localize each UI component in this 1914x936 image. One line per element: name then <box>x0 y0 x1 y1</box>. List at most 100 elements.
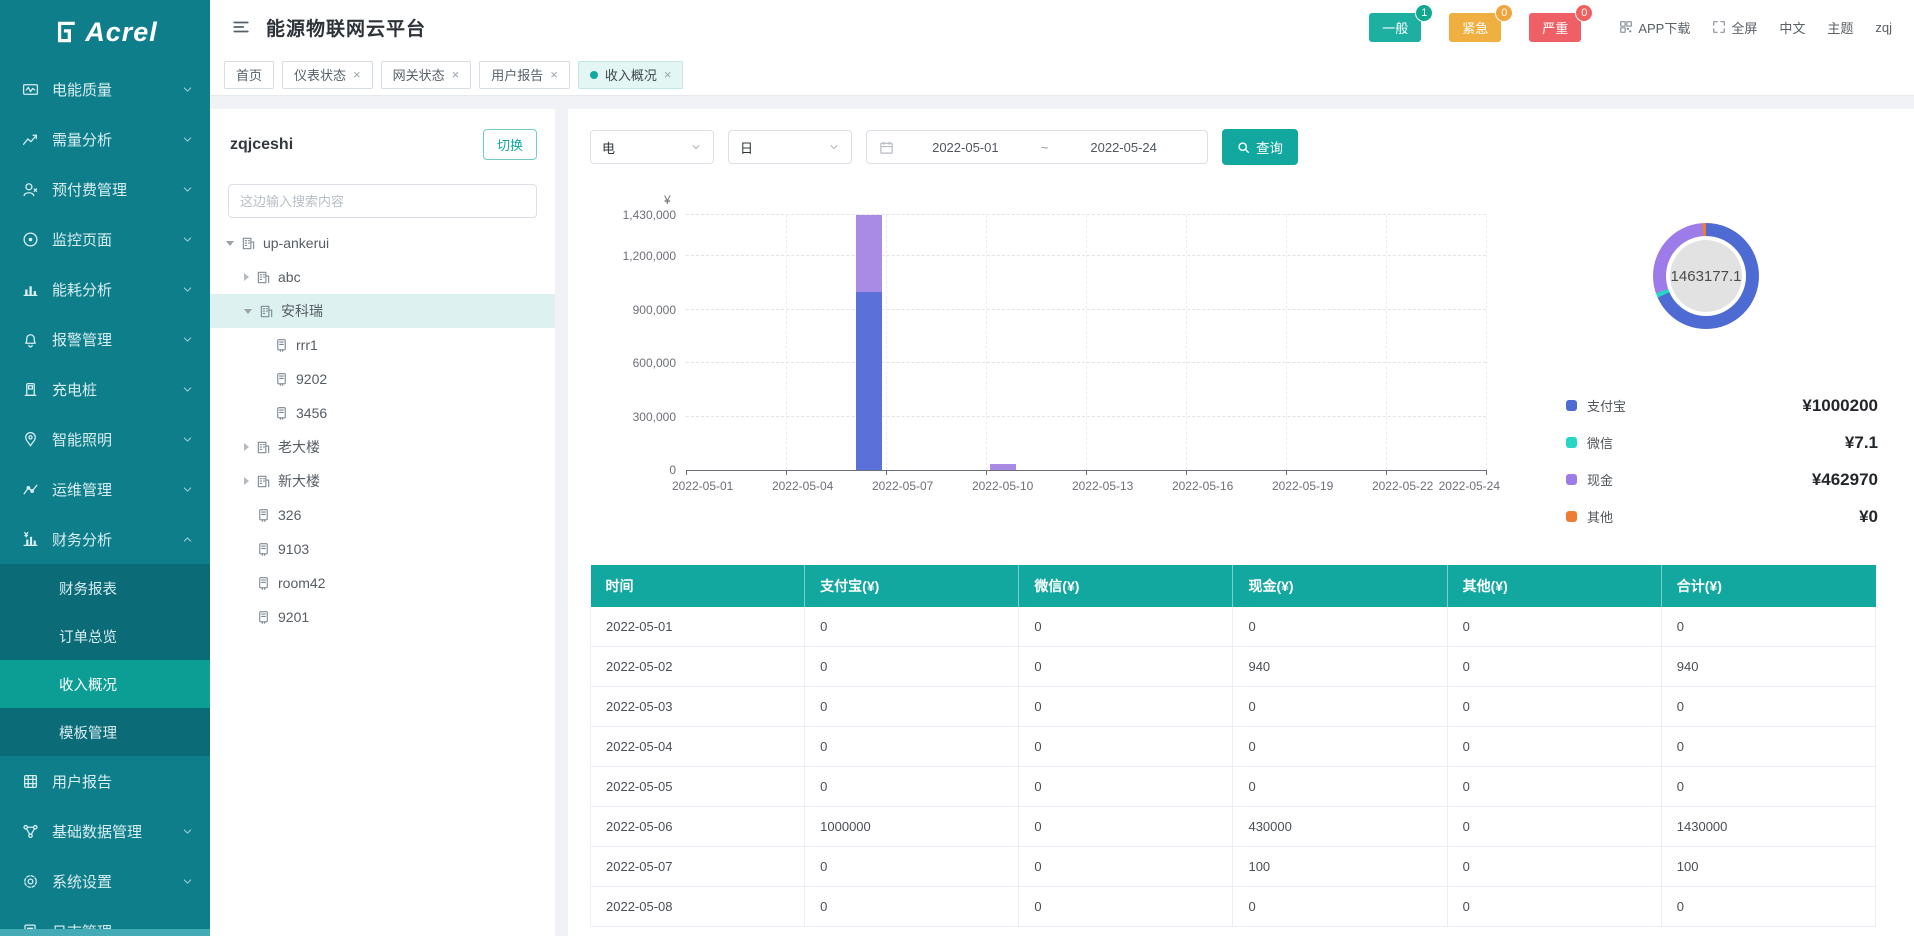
bar-现金-2022-05-06[interactable] <box>856 215 882 292</box>
top-link-全屏[interactable]: 全屏 <box>1712 18 1757 37</box>
table-row[interactable]: 2022-05-0400000 <box>591 727 1876 767</box>
tree-node-9103[interactable]: 9103 <box>210 532 555 566</box>
table-row[interactable]: 2022-05-07001000100 <box>591 847 1876 887</box>
income-donut-panel: 1463177.1 支付宝¥1000200微信¥7.1现金¥462970其他¥0 <box>1520 193 1892 535</box>
date-end-value[interactable]: 2022-05-24 <box>1052 140 1195 155</box>
legend-row-现金[interactable]: 现金¥462970 <box>1566 461 1878 498</box>
table-cell: 0 <box>805 607 1019 647</box>
tree-panel: zqjceshi 切换 up-ankeruiabc安科瑞rrr1 9202 3456… <box>210 109 555 936</box>
table-cell: 0 <box>1233 767 1447 807</box>
tab-收入概况[interactable]: 收入概况 × <box>578 61 684 89</box>
tab-close-icon[interactable]: × <box>353 68 361 81</box>
tab-close-icon[interactable]: × <box>550 68 558 81</box>
sidebar-item-需量分析[interactable]: 需量分析 <box>0 114 210 164</box>
top-link-zqj[interactable]: zqj <box>1875 20 1892 35</box>
caret-closed-icon[interactable] <box>244 477 249 485</box>
top-link-主题[interactable]: 主题 <box>1827 18 1853 37</box>
table-row[interactable]: 2022-05-0500000 <box>591 767 1876 807</box>
tree-node-label: 9202 <box>296 371 327 387</box>
sidebar-subitem-模板管理[interactable]: 模板管理 <box>0 708 210 756</box>
table-row[interactable]: 2022-05-061000000043000001430000 <box>591 807 1876 847</box>
tree-panel-title: zqjceshi <box>230 136 293 154</box>
charts-row: ¥ 0300,000600,000900,0001,200,0001,430,0… <box>590 193 1892 535</box>
tab-首页[interactable]: 首页 <box>224 61 274 89</box>
tab-用户报告[interactable]: 用户报告 × <box>479 61 570 89</box>
query-button[interactable]: 查询 <box>1222 129 1298 165</box>
table-cell: 0 <box>1233 887 1447 927</box>
sidebar-item-监控页面[interactable]: 监控页面 <box>0 214 210 264</box>
caret-open-icon[interactable] <box>244 309 252 314</box>
tree-node-9202[interactable]: 9202 <box>210 362 555 396</box>
sidebar-item-充电桩[interactable]: 充电桩 <box>0 364 210 414</box>
table-row[interactable]: 2022-05-0300000 <box>591 687 1876 727</box>
tree-search-input[interactable] <box>228 184 537 218</box>
tree-node-room42[interactable]: room42 <box>210 566 555 600</box>
legend-row-其他[interactable]: 其他¥0 <box>1566 498 1878 535</box>
legend-row-支付宝[interactable]: 支付宝¥1000200 <box>1566 387 1878 424</box>
table-row[interactable]: 2022-05-0100000 <box>591 607 1876 647</box>
top-link-中文[interactable]: 中文 <box>1779 18 1805 37</box>
sidebar-item-基础数据管理[interactable]: 基础数据管理 <box>0 806 210 856</box>
collapse-menu-icon[interactable] <box>232 18 250 36</box>
sidebar-item-运维管理[interactable]: 运维管理 <box>0 464 210 514</box>
tree-node-9201[interactable]: 9201 <box>210 600 555 634</box>
switch-button[interactable]: 切换 <box>483 129 537 160</box>
tree-node-老大楼[interactable]: 老大楼 <box>210 430 555 464</box>
tab-label: 收入概况 <box>605 65 657 84</box>
table-cell: 0 <box>1661 887 1875 927</box>
date-range-picker[interactable]: 2022-05-01 ~ 2022-05-24 <box>866 130 1208 164</box>
energy-type-select[interactable]: 电 <box>590 130 714 164</box>
sidebar-scrollbar[interactable] <box>0 929 210 936</box>
caret-closed-icon[interactable] <box>244 273 249 281</box>
qr-code-icon <box>1619 20 1633 34</box>
bar-chart-plot-area: 0300,000600,000900,0001,200,0001,430,000… <box>686 215 1486 471</box>
bar-支付宝-2022-05-06[interactable] <box>856 292 882 470</box>
tab-网关状态[interactable]: 网关状态× <box>381 61 472 89</box>
alarm-button-严重[interactable]: 严重0 <box>1529 13 1581 42</box>
tree-node-label: 老大楼 <box>278 437 320 457</box>
tab-仪表状态[interactable]: 仪表状态× <box>282 61 373 89</box>
tree-node-up-ankerui[interactable]: up-ankerui <box>210 226 555 260</box>
x-axis-tick <box>786 470 787 475</box>
granularity-value: 日 <box>740 138 753 157</box>
sidebar-item-预付费管理[interactable]: 预付费管理 <box>0 164 210 214</box>
sidebar-item-智能照明[interactable]: 智能照明 <box>0 414 210 464</box>
tree-node-326[interactable]: 326 <box>210 498 555 532</box>
alarm-button-一般[interactable]: 一般1 <box>1369 13 1421 42</box>
sidebar-subitem-订单总览[interactable]: 订单总览 <box>0 612 210 660</box>
sidebar-item-财务分析[interactable]: 财务分析 <box>0 514 210 564</box>
alarm-button-紧急[interactable]: 紧急0 <box>1449 13 1501 42</box>
table-row[interactable]: 2022-05-0800000 <box>591 887 1876 927</box>
tree-node-3456[interactable]: 3456 <box>210 396 555 430</box>
tab-close-icon[interactable]: × <box>452 68 460 81</box>
demand-analysis-icon <box>22 131 39 148</box>
tree-node-新大楼[interactable]: 新大楼 <box>210 464 555 498</box>
table-head: 时间支付宝(¥)微信(¥)现金(¥)其他(¥)合计(¥) <box>591 565 1876 607</box>
tree-node-安科瑞[interactable]: 安科瑞 <box>210 294 555 328</box>
date-start-value[interactable]: 2022-05-01 <box>894 140 1037 155</box>
sidebar-subitem-收入概况[interactable]: 收入概况 <box>0 660 210 708</box>
legend-row-微信[interactable]: 微信¥7.1 <box>1566 424 1878 461</box>
sidebar-item-电能质量[interactable]: 电能质量 <box>0 64 210 114</box>
legend-value: ¥1000200 <box>1802 396 1878 416</box>
tab-label: 用户报告 <box>491 65 543 84</box>
caret-open-icon[interactable] <box>226 241 234 246</box>
sidebar-item-报警管理[interactable]: 报警管理 <box>0 314 210 364</box>
sidebar-subitem-财务报表[interactable]: 财务报表 <box>0 564 210 612</box>
income-table-wrap: 时间支付宝(¥)微信(¥)现金(¥)其他(¥)合计(¥)2022-05-0100… <box>590 565 1892 927</box>
sidebar-item-用户报告[interactable]: 用户报告 <box>0 756 210 806</box>
tab-close-icon[interactable]: × <box>664 68 672 81</box>
org-icon <box>241 236 256 251</box>
donut-legend: 支付宝¥1000200微信¥7.1现金¥462970其他¥0 <box>1566 387 1878 535</box>
tree-node-rrr1[interactable]: rrr1 <box>210 328 555 362</box>
table-row[interactable]: 2022-05-02009400940 <box>591 647 1876 687</box>
top-link-APP下载[interactable]: APP下载 <box>1619 18 1690 37</box>
tree-node-abc[interactable]: abc <box>210 260 555 294</box>
sidebar-item-系统设置[interactable]: 系统设置 <box>0 856 210 906</box>
sidebar-menu: 电能质量需量分析预付费管理监控页面能耗分析报警管理充电桩智能照明运维管理财务分析… <box>0 64 210 936</box>
bar-现金-2022-05-10[interactable] <box>990 464 1016 470</box>
chevron-down-icon <box>181 233 194 246</box>
granularity-select[interactable]: 日 <box>728 130 852 164</box>
sidebar-item-能耗分析[interactable]: 能耗分析 <box>0 264 210 314</box>
caret-closed-icon[interactable] <box>244 443 249 451</box>
